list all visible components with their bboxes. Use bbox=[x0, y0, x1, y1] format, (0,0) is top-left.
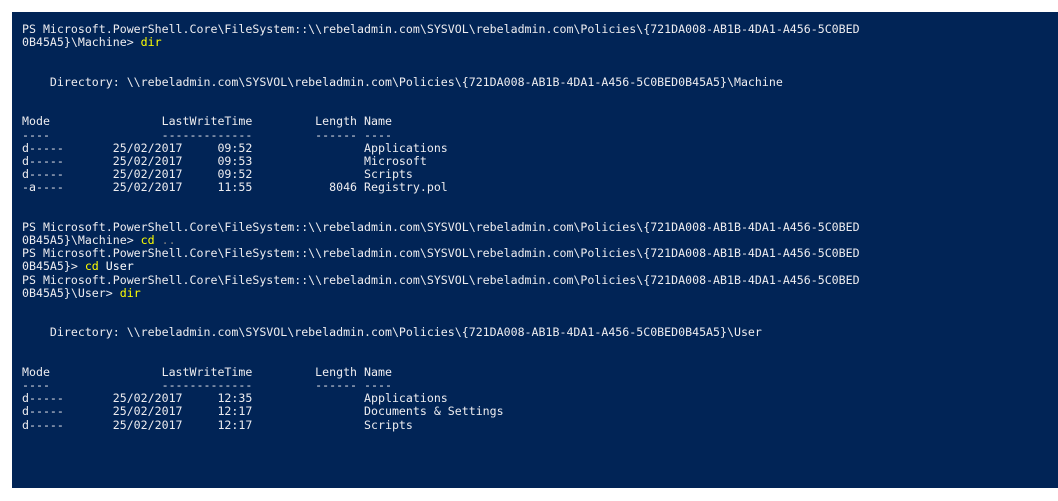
prompt-path: 0B45A5}> bbox=[22, 259, 85, 274]
prompt-path: 0B45A5}\User> bbox=[22, 285, 120, 300]
listing-row: d----- 25/02/2017 09:52 Applications bbox=[22, 140, 448, 155]
command-text: dir bbox=[140, 35, 162, 50]
prompt-path: 0B45A5}\Machine> bbox=[22, 35, 141, 50]
prompt-path: 0B45A5}\Machine> bbox=[22, 233, 141, 247]
prompt-line: PS Microsoft.PowerShell.Core\FileSystem:… bbox=[22, 272, 860, 287]
listing-row: d----- 25/02/2017 12:17 Scripts bbox=[22, 417, 413, 432]
command-text: dir bbox=[119, 285, 141, 300]
prompt-line: PS Microsoft.PowerShell.Core\FileSystem:… bbox=[22, 22, 860, 36]
prompt-line: PS Microsoft.PowerShell.Core\FileSystem:… bbox=[22, 219, 860, 234]
prompt-line: 0B45A5}> cd User bbox=[22, 260, 1058, 273]
directory-heading: Directory: \\rebeladmin.com\SYSVOL\rebel… bbox=[22, 74, 783, 89]
command-argument: User bbox=[98, 259, 134, 274]
console-output: PS Microsoft.PowerShell.Core\FileSystem:… bbox=[12, 12, 1058, 432]
listing-row: d----- 25/02/2017 12:17 Documents & Sett… bbox=[22, 404, 504, 419]
command-argument: .. bbox=[154, 233, 176, 247]
prompt-line: 0B45A5}\Machine> dir bbox=[22, 36, 1058, 49]
listing-row: -a---- 25/02/2017 11:55 8046 Registry.po… bbox=[22, 180, 448, 195]
prompt-line: PS Microsoft.PowerShell.Core\FileSystem:… bbox=[22, 246, 860, 261]
powershell-console[interactable]: PS Microsoft.PowerShell.Core\FileSystem:… bbox=[12, 12, 1058, 488]
listing-underline: ---- ------------- ------ ---- bbox=[22, 127, 392, 142]
command-text: cd bbox=[84, 259, 99, 274]
listing-header: Mode LastWriteTime Length Name bbox=[22, 114, 392, 129]
command-text: cd bbox=[140, 233, 155, 247]
prompt-line: 0B45A5}\User> dir bbox=[22, 285, 1058, 300]
directory-heading: Directory: \\rebeladmin.com\SYSVOL\rebel… bbox=[22, 325, 762, 340]
